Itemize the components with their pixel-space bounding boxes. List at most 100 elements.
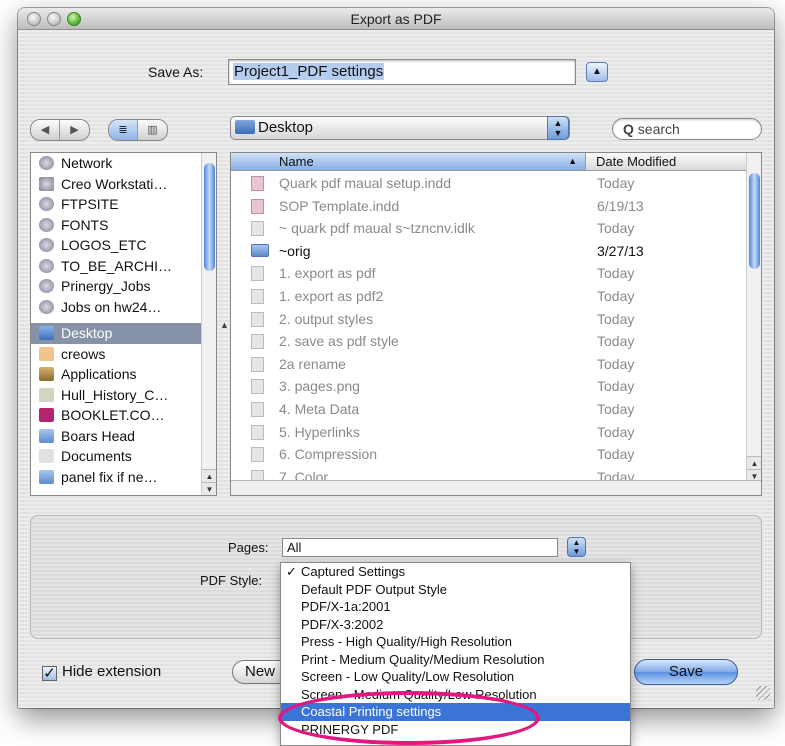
file-name: 2. output styles: [279, 310, 374, 327]
file-list-scrollbar[interactable]: ▲ ▼: [746, 153, 761, 482]
back-button[interactable]: ◀: [31, 120, 60, 140]
date-column-header[interactable]: Date Modified: [596, 153, 676, 170]
file-row[interactable]: ~orig 3/27/13: [231, 240, 746, 262]
sidebar-item-ftpsite[interactable]: FTPSITE: [31, 194, 216, 215]
expand-collapse-button[interactable]: ▲: [586, 62, 608, 82]
file-row[interactable]: 1. export as pdf2 Today: [231, 285, 746, 307]
file-row[interactable]: SOP Template.indd 6/19/13: [231, 195, 746, 217]
search-field[interactable]: Q search: [612, 118, 762, 140]
sidebar-item-network[interactable]: Network: [31, 153, 216, 174]
sidebar-item-desktop[interactable]: Desktop: [31, 323, 216, 344]
folder-icon: [251, 243, 269, 257]
file-date: 3/27/13: [597, 242, 644, 259]
indesign-file-icon: [251, 198, 264, 214]
sidebar-scrollbar[interactable]: ▲ ▼: [201, 153, 216, 495]
image-file-icon: [251, 311, 264, 327]
pdf-style-option-captured[interactable]: ✓ Captured Settings: [281, 563, 630, 581]
image-file-icon: [251, 356, 264, 372]
file-row[interactable]: 6. Compression Today: [231, 443, 746, 465]
file-row[interactable]: 5. Hyperlinks Today: [231, 421, 746, 443]
file-date: Today: [597, 175, 635, 191]
pdf-style-option-screen-low[interactable]: Screen - Low Quality/Low Resolution: [281, 668, 630, 686]
sidebar-item-prinergy-jobs[interactable]: Prinergy_Jobs: [31, 276, 216, 297]
file-row[interactable]: 4. Meta Data Today: [231, 398, 746, 420]
scroll-up-icon[interactable]: ▲: [747, 456, 761, 469]
save-button[interactable]: Save: [634, 659, 738, 685]
file-name: 4. Meta Data: [279, 401, 360, 417]
sidebar-item-jobs-on-hw24[interactable]: Jobs on hw24…: [31, 297, 216, 318]
file-browser: Name ▲ Date Modified Quark pdf maual setu…: [230, 152, 762, 496]
hide-extension-label: Hide extension: [62, 663, 162, 680]
forward-button[interactable]: ▶: [60, 120, 89, 140]
file-date: Today: [597, 446, 635, 463]
scroll-down-icon[interactable]: ▼: [202, 482, 216, 495]
file-name: 2a rename: [279, 355, 346, 372]
sidebar-item-creows[interactable]: creows: [31, 344, 216, 365]
image-file-icon: [251, 334, 264, 350]
file-row[interactable]: 2. save as pdf style Today: [231, 330, 746, 352]
server-icon: [39, 197, 54, 211]
file-list-header: Name ▲ Date Modified: [231, 153, 761, 171]
sidebar: Network Creo Workstati… FTPSITE FONTS LO…: [30, 152, 217, 496]
file-row[interactable]: 2a rename Today: [231, 353, 746, 375]
sidebar-item-to-be-archived[interactable]: TO_BE_ARCHI…: [31, 256, 216, 277]
column-view-button[interactable]: ▥: [138, 120, 167, 140]
pdf-style-option-pdfx3[interactable]: PDF/X-3:2002: [281, 616, 630, 634]
file-row[interactable]: Quark pdf maual setup.indd Today: [231, 172, 746, 194]
file-row[interactable]: 2. output styles Today: [231, 308, 746, 330]
file-row[interactable]: ~ quark pdf maual s~tzncnv.idlk Today: [231, 217, 746, 239]
pdf-style-option-press[interactable]: Press - High Quality/High Resolution: [281, 633, 630, 651]
location-popup[interactable]: Desktop ▲ ▼: [230, 116, 570, 140]
splitter-handle[interactable]: ▲: [220, 320, 229, 330]
resize-grip-icon[interactable]: [756, 686, 770, 700]
save-as-input[interactable]: Project1_PDF settings: [228, 59, 576, 85]
server-icon: [39, 258, 54, 273]
file-name: 2. save as pdf style: [279, 333, 399, 350]
sidebar-item-applications[interactable]: Applications: [31, 364, 216, 385]
folder-icon: [39, 469, 54, 484]
sidebar-item-hull-history[interactable]: Hull_History_C…: [31, 385, 216, 406]
sidebar-item-booklet[interactable]: BOOKLET.CO…: [31, 405, 216, 426]
sidebar-item-panel-fix[interactable]: panel fix if ne…: [31, 467, 216, 488]
name-column-header[interactable]: Name ▲: [231, 153, 586, 170]
pages-input[interactable]: All: [282, 538, 558, 557]
file-list-scroll-thumb[interactable]: [749, 173, 760, 269]
file-date: Today: [597, 355, 635, 372]
sidebar-item-logos-etc[interactable]: LOGOS_ETC: [31, 235, 216, 256]
sidebar-item-creo-workstation[interactable]: Creo Workstati…: [31, 174, 216, 195]
desktop-folder-icon: [235, 120, 255, 134]
file-list-horizontal-scrollbar[interactable]: [231, 480, 761, 495]
sidebar-item-boars-head[interactable]: Boars Head: [31, 426, 216, 447]
sidebar-item-documents[interactable]: Documents: [31, 446, 216, 467]
pages-label: Pages:: [228, 540, 269, 555]
file-name: 1. export as pdf2: [279, 288, 384, 304]
file-date: Today: [597, 288, 635, 304]
popup-arrows-icon: ▲ ▼: [547, 116, 569, 140]
pdf-style-option-default[interactable]: Default PDF Output Style: [281, 581, 630, 599]
file-date: Today: [597, 423, 635, 440]
pages-popup-arrows-icon[interactable]: ▲ ▼: [567, 537, 586, 557]
magnifier-icon: Q: [623, 121, 634, 137]
file-name: 5. Hyperlinks: [279, 423, 360, 440]
home-icon: [39, 346, 54, 361]
file-row[interactable]: 3. pages.png Today: [231, 375, 746, 397]
view-mode-control: ≣ ▥: [108, 119, 168, 141]
hide-extension-checkbox[interactable]: ✓ Hide extension: [42, 663, 161, 681]
image-file-icon: [251, 289, 264, 304]
server-icon: [39, 299, 54, 314]
file-name: ~ quark pdf maual s~tzncnv.idlk: [279, 220, 475, 237]
server-icon: [39, 279, 54, 293]
list-view-button[interactable]: ≣: [109, 120, 138, 140]
file-row[interactable]: 1. export as pdf Today: [231, 262, 746, 284]
pdf-style-option-pdfx1a[interactable]: PDF/X-1a:2001: [281, 598, 630, 616]
file-date: Today: [597, 265, 635, 282]
window-title: Export as PDF: [350, 11, 442, 27]
sidebar-scroll-thumb[interactable]: [204, 163, 215, 271]
location-label: Desktop: [258, 119, 314, 136]
sidebar-item-fonts[interactable]: FONTS: [31, 215, 216, 236]
search-placeholder: search: [637, 121, 680, 137]
save-as-label: Save As:: [148, 64, 204, 80]
pdf-style-option-print[interactable]: Print - Medium Quality/Medium Resolution: [281, 651, 630, 669]
scroll-up-icon[interactable]: ▲: [202, 469, 216, 482]
documents-icon: [39, 449, 54, 463]
